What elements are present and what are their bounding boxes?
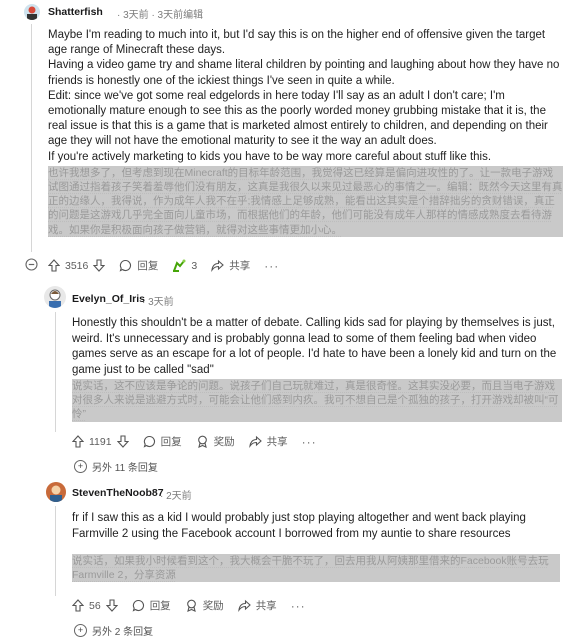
comment-body: Honestly this shouldn't be a matter of d… [72, 316, 562, 422]
comment-translation: 说实话，如果我小时候看到这个，我大概会干脆不玩了，回去用我从阿姨那里借来的Fac… [72, 554, 560, 583]
award-count: 3 [191, 259, 198, 272]
more-replies-label: 另外 2 条回复 [92, 627, 154, 638]
more-replies-link[interactable]: + 另外 2 条回复 [74, 623, 153, 638]
more-replies-label: 另外 11 条回复 [92, 463, 158, 474]
reply-button[interactable]: 回复 [132, 598, 171, 613]
comment-translation: 说实话，这不应该是争论的问题。说孩子们自己玩就难过，真是很奇怪。这其实没必要，而… [72, 379, 562, 422]
reply-label: 回复 [149, 600, 171, 612]
comment-username[interactable]: StevenTheNoob87 [72, 487, 164, 499]
share-label: 共享 [266, 436, 288, 448]
avatar[interactable] [24, 4, 40, 20]
comment-meta: · 3天前 · 3天前编辑 [117, 10, 204, 21]
more-replies-link[interactable]: + 另外 11 条回复 [74, 459, 158, 474]
comment-username[interactable]: Evelyn_Of_Iris [72, 293, 145, 305]
share-label: 共享 [229, 260, 251, 272]
comment-paragraph: fr if I saw this as a kid I would probab… [72, 512, 526, 540]
more-options-icon[interactable]: ··· [291, 599, 306, 613]
comment-paragraph: Maybe I'm reading to much into it, but I… [48, 29, 546, 57]
comment-paragraph: Having a video game try and shame litera… [48, 59, 560, 87]
comment-body: Maybe I'm reading to much into it, but I… [48, 28, 563, 237]
comment-icon [119, 259, 132, 272]
award-button[interactable]: 3 [172, 259, 197, 272]
comment-body: fr if I saw this as a kid I would probab… [72, 510, 560, 583]
award-button[interactable]: 奖励 [196, 434, 235, 449]
thread-line[interactable] [31, 24, 32, 252]
downvote-icon[interactable] [116, 435, 129, 448]
avatar[interactable] [46, 482, 66, 502]
reply-button[interactable]: 回复 [119, 258, 158, 273]
comment-paragraph: Honestly this shouldn't be a matter of d… [72, 317, 557, 376]
reply-button[interactable]: 回复 [143, 434, 182, 449]
comment-icon [132, 599, 145, 612]
award-icon [172, 259, 186, 272]
upvote-count: 1191 [89, 435, 112, 448]
thread-line[interactable] [55, 506, 56, 596]
comment-translation: 也许我想多了，但考虑到现在Minecraft的目标年龄范围，我觉得这已经算是偏向… [48, 165, 563, 237]
upvote-count: 3516 [65, 259, 89, 272]
expand-icon: + [74, 624, 87, 637]
award-label: 奖励 [202, 600, 224, 612]
more-options-icon[interactable]: ··· [264, 259, 279, 273]
share-icon [237, 599, 251, 612]
share-label: 共享 [255, 600, 277, 612]
award-label: 奖励 [213, 436, 235, 448]
upvote-count: 56 [89, 599, 101, 612]
share-icon [211, 259, 225, 272]
award-button[interactable]: 奖励 [185, 598, 224, 613]
comment-icon [143, 435, 156, 448]
share-button[interactable]: 共享 [237, 598, 277, 613]
upvote-icon[interactable] [72, 599, 84, 612]
comment-actions: 3516 回复 3 共享 ··· [48, 258, 279, 273]
avatar[interactable] [44, 286, 66, 308]
reply-label: 回复 [137, 260, 159, 272]
upvote-icon[interactable] [72, 435, 84, 448]
comment-username[interactable]: Shatterfish [48, 6, 103, 18]
expand-icon: + [74, 460, 87, 473]
share-button[interactable]: 共享 [211, 258, 250, 273]
more-options-icon[interactable]: ··· [302, 435, 317, 449]
collapse-icon[interactable] [25, 258, 38, 271]
award-icon [185, 599, 198, 612]
share-button[interactable]: 共享 [248, 434, 288, 449]
comment-meta: · 3天前 [142, 297, 174, 308]
comment-meta: · 2天前 [160, 491, 192, 502]
comment-paragraph: If you're actively marketing to kids you… [48, 150, 492, 163]
comment-actions: 1191 回复 奖励 共享 ··· [72, 434, 317, 449]
comment-paragraph: Edit: since we've got some real edgelord… [48, 89, 548, 148]
downvote-icon[interactable] [105, 599, 118, 612]
thread-line[interactable] [55, 312, 56, 432]
upvote-icon[interactable] [48, 259, 60, 272]
comment-actions: 56 回复 奖励 共享 ··· [72, 598, 306, 613]
award-icon [196, 435, 209, 448]
share-icon [248, 435, 262, 448]
reply-label: 回复 [160, 436, 182, 448]
downvote-icon[interactable] [93, 259, 106, 272]
